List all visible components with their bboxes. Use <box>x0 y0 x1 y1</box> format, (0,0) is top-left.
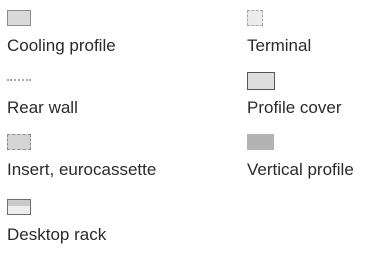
legend-item-cooling-profile: Cooling profile <box>7 10 192 66</box>
legend-item-vertical-profile: Vertical profile <box>247 134 388 190</box>
split-box-icon <box>7 199 31 215</box>
legend-item-terminal: Terminal <box>247 10 388 66</box>
legend-label-cooling-profile: Cooling profile <box>7 36 116 55</box>
legend-label-insert-eurocassette: Insert, eurocassette <box>7 160 157 179</box>
dotted-line-icon <box>7 79 31 81</box>
dashed-gray-box-icon <box>7 134 31 150</box>
legend-label-desktop-rack: Desktop rack <box>7 225 107 244</box>
legend-label-profile-cover: Profile cover <box>247 98 342 117</box>
dashed-square-icon <box>247 10 263 26</box>
outlined-box-icon <box>247 72 275 90</box>
legend-item-desktop-rack: Desktop rack <box>7 199 192 255</box>
filled-gray-box-icon <box>247 134 274 150</box>
solid-gray-box-icon <box>7 10 31 26</box>
legend-label-vertical-profile: Vertical profile <box>247 160 354 179</box>
legend-label-rear-wall: Rear wall <box>7 98 78 117</box>
legend-label-terminal: Terminal <box>247 36 312 55</box>
legend-item-insert-eurocassette: Insert, eurocassette <box>7 134 192 190</box>
legend: Cooling profile Rear wall Insert, euroca… <box>0 0 388 253</box>
legend-item-rear-wall: Rear wall <box>7 72 192 128</box>
legend-item-profile-cover: Profile cover <box>247 72 388 128</box>
